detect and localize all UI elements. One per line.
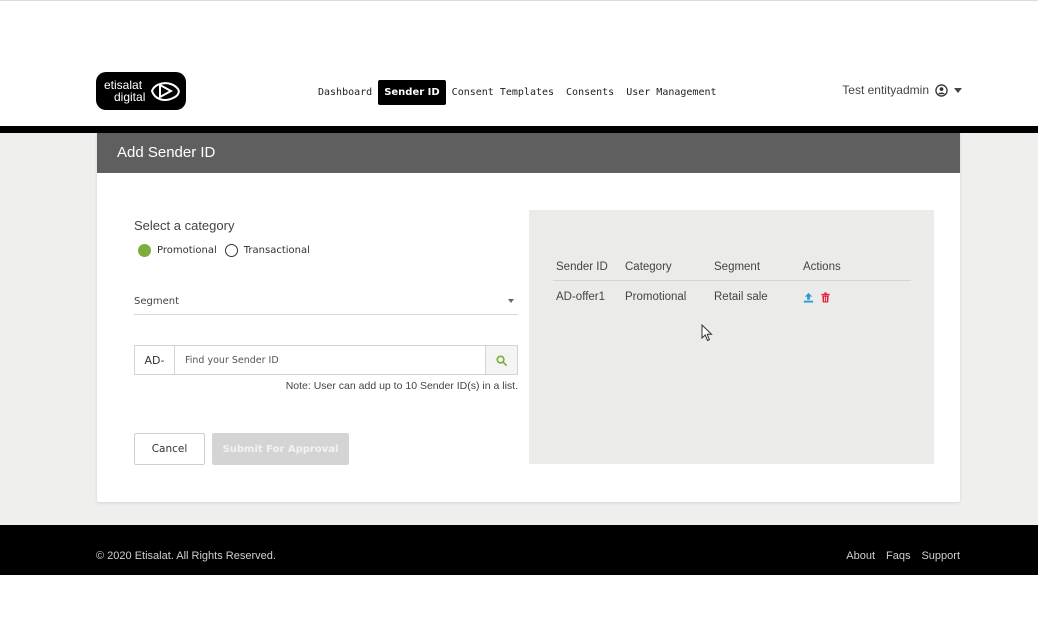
footer-link-support[interactable]: Support <box>921 550 960 562</box>
category-title: Select a category <box>134 218 235 233</box>
col-segment: Segment <box>714 261 761 273</box>
radio-promotional[interactable]: Promotional <box>138 244 217 257</box>
nav-user-management[interactable]: User Management <box>620 81 722 104</box>
upload-icon[interactable] <box>803 292 814 303</box>
search-input[interactable] <box>175 346 485 374</box>
table-header: Sender ID Category Segment Actions <box>553 254 911 281</box>
search-icon <box>496 354 507 366</box>
radio-selected-icon <box>138 244 151 257</box>
footer: © 2020 Etisalat. All Rights Reserved. Ab… <box>0 525 1038 575</box>
footer-link-about[interactable]: About <box>846 550 875 562</box>
mouse-cursor-icon <box>701 324 713 342</box>
sender-form: Select a category Promotional Transactio… <box>134 218 518 465</box>
brand-wordmark: etisalat digital <box>104 79 145 103</box>
cell-category: Promotional <box>625 291 687 303</box>
card-title: Add Sender ID <box>97 133 960 173</box>
radio-transactional-label: Transactional <box>243 245 310 256</box>
col-actions: Actions <box>803 261 841 273</box>
add-sender-id-card: Add Sender ID Select a category Promotio… <box>97 133 960 502</box>
segment-label: Segment <box>134 295 179 307</box>
segment-select[interactable]: Segment <box>134 288 518 315</box>
user-circle-icon <box>935 83 948 97</box>
copyright-text: © 2020 Etisalat. All Rights Reserved. <box>96 550 276 562</box>
col-sender-id: Sender ID <box>556 261 608 273</box>
radio-transactional[interactable]: Transactional <box>224 244 310 257</box>
user-name: Test entityadmin <box>842 83 929 97</box>
sender-id-list-panel: Sender ID Category Segment Actions AD-of… <box>529 210 934 464</box>
sender-id-search: AD- <box>134 345 518 375</box>
top-header: etisalat digital Dashboard Sender ID Con… <box>0 0 1038 126</box>
trash-icon[interactable] <box>820 291 831 303</box>
cell-segment: Retail sale <box>714 291 768 303</box>
nav-sender-id[interactable]: Sender ID <box>378 80 446 105</box>
submit-for-approval-button[interactable]: Submit For Approval <box>212 433 349 465</box>
user-menu[interactable]: Test entityadmin <box>842 83 962 97</box>
cancel-button[interactable]: Cancel <box>134 433 205 465</box>
sender-id-table: Sender ID Category Segment Actions AD-of… <box>553 254 911 313</box>
category-radio-group: Promotional Transactional <box>138 244 518 257</box>
col-category: Category <box>625 261 672 273</box>
footer-link-faqs[interactable]: Faqs <box>886 550 910 562</box>
nav-consents[interactable]: Consents <box>560 81 620 104</box>
search-prefix: AD- <box>135 346 175 374</box>
search-button[interactable] <box>485 346 517 374</box>
brand-line-2: digital <box>114 90 146 104</box>
cell-actions <box>803 291 883 303</box>
etisalat-logo-icon <box>151 82 181 101</box>
table-row: AD-offer1 Promotional Retail sale <box>553 281 911 313</box>
footer-links: About Faqs Support <box>846 550 960 562</box>
main-nav: Dashboard Sender ID Consent Templates Co… <box>312 80 723 105</box>
radio-promotional-label: Promotional <box>157 245 217 256</box>
chevron-down-icon <box>954 87 962 93</box>
brand-logo[interactable]: etisalat digital <box>96 72 186 110</box>
nav-dashboard[interactable]: Dashboard <box>312 81 378 104</box>
radio-unselected-icon <box>224 244 238 257</box>
limit-note: Note: User can add up to 10 Sender ID(s)… <box>285 380 518 392</box>
cell-sender-id: AD-offer1 <box>556 291 606 303</box>
chevron-down-icon <box>508 299 514 303</box>
page: etisalat digital Dashboard Sender ID Con… <box>0 0 1038 634</box>
nav-consent-templates[interactable]: Consent Templates <box>446 81 560 104</box>
header-divider-bar <box>0 126 1038 133</box>
